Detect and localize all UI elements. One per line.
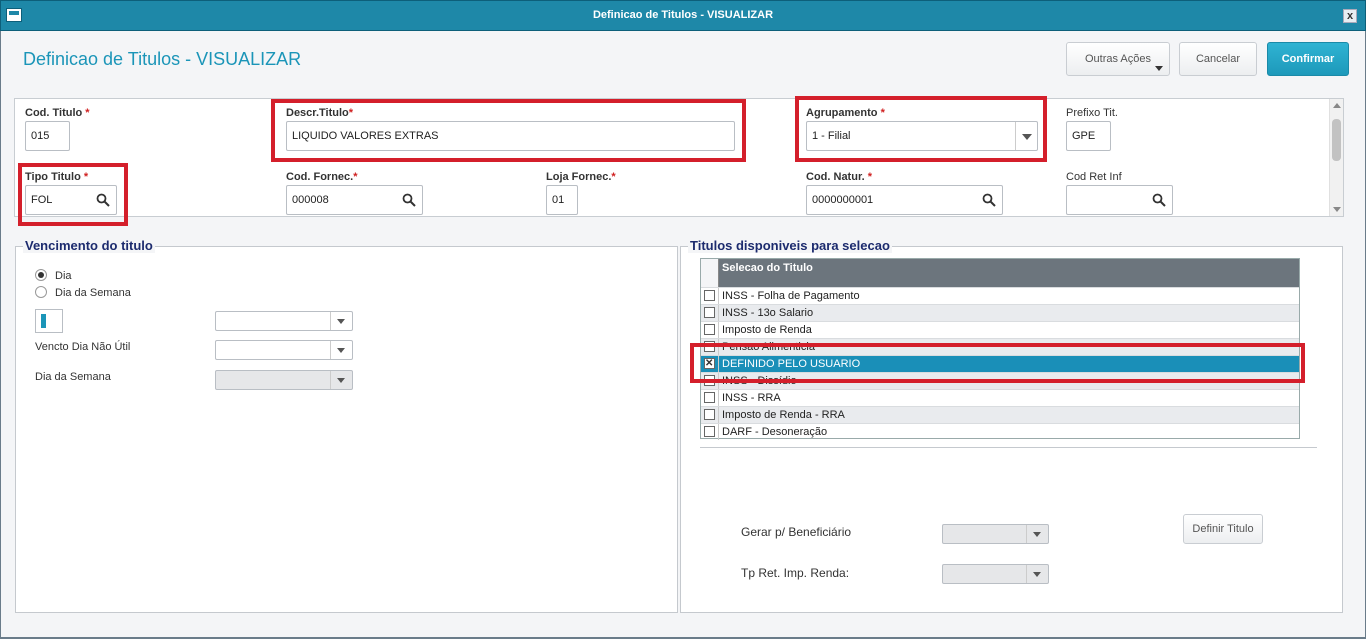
scroll-thumb[interactable] — [1332, 119, 1341, 161]
row-label: INSS - RRA — [722, 392, 781, 404]
window-titlebar: Definicao de Titulos - VISUALIZAR x — [0, 0, 1366, 31]
close-icon[interactable]: x — [1343, 9, 1357, 23]
row-label: DARF - Desoneração — [722, 426, 828, 438]
tp-ret-imp-renda-select[interactable] — [942, 564, 1049, 584]
grid-row[interactable]: Imposto de Renda — [701, 321, 1299, 338]
chevron-down-icon[interactable] — [330, 341, 352, 359]
cod-ret-inf-label: Cod Ret Inf — [1066, 171, 1122, 183]
row-checkbox[interactable] — [704, 324, 715, 335]
tp-ret-imp-renda-label: Tp Ret. Imp. Renda: — [741, 566, 850, 580]
cod-natur-field[interactable]: 0000000001 — [806, 185, 1003, 215]
prefixo-tit-label: Prefixo Tit. — [1066, 107, 1118, 119]
prefixo-tit-field[interactable]: GPE — [1066, 121, 1111, 151]
row-label: INSS - Folha de Pagamento — [722, 290, 860, 302]
row-label: INSS - 13o Salario — [722, 307, 814, 319]
dia-da-semana-label: Dia da Semana — [35, 371, 111, 383]
grid-row[interactable]: INSS - RRA — [701, 389, 1299, 406]
search-icon[interactable] — [1152, 193, 1166, 207]
cod-fornec-label: Cod. Fornec.* — [286, 171, 358, 183]
highlight-descr-titulo — [271, 99, 746, 162]
cod-natur-label: Cod. Natur. * — [806, 171, 873, 183]
cell-separator — [718, 407, 719, 423]
gerar-beneficiario-select[interactable] — [942, 524, 1049, 544]
confirm-button[interactable]: Confirmar — [1267, 42, 1349, 76]
highlight-agrupamento — [795, 96, 1047, 162]
chevron-down-icon[interactable] — [330, 312, 352, 330]
other-actions-button[interactable]: Outras Ações — [1066, 42, 1170, 76]
cod-fornec-value: 000008 — [292, 194, 329, 206]
grid-row[interactable]: DARF - Desoneração — [701, 423, 1299, 440]
cod-ret-inf-field[interactable] — [1066, 185, 1173, 215]
cod-natur-value: 0000000001 — [812, 194, 874, 206]
form-scrollbar[interactable] — [1329, 99, 1343, 216]
vencimento-group-title: Vencimento do titulo — [23, 238, 155, 253]
chevron-down-icon[interactable] — [330, 371, 352, 389]
dia-select[interactable] — [215, 311, 353, 331]
cell-separator — [718, 322, 719, 338]
row-checkbox[interactable] — [704, 290, 715, 301]
titulos-group-title: Titulos disponiveis para selecao — [688, 238, 892, 253]
day-spin-field[interactable] — [35, 309, 63, 333]
row-checkbox[interactable] — [704, 409, 715, 420]
row-label: Imposto de Renda — [722, 324, 812, 336]
radio-dia-semana-label: Dia da Semana — [55, 287, 131, 299]
chevron-down-icon[interactable] — [1026, 565, 1048, 583]
radio-dia[interactable] — [35, 269, 47, 281]
row-checkbox[interactable] — [704, 392, 715, 403]
grid-row[interactable]: INSS - 13o Salario — [701, 304, 1299, 321]
definir-titulo-button[interactable]: Definir Titulo — [1183, 514, 1263, 544]
cancel-button[interactable]: Cancelar — [1179, 42, 1257, 76]
chevron-down-icon[interactable] — [1026, 525, 1048, 543]
page-title: Definicao de Titulos - VISUALIZAR — [23, 49, 302, 69]
highlight-tipo-titulo — [18, 163, 128, 226]
row-checkbox[interactable] — [704, 307, 715, 318]
cod-titulo-label: Cod. Titulo * — [25, 107, 90, 119]
grid-row[interactable]: Imposto de Renda - RRA — [701, 406, 1299, 423]
cell-separator — [718, 288, 719, 304]
grid-row[interactable]: INSS - Folha de Pagamento — [701, 287, 1299, 304]
radio-dia-semana[interactable] — [35, 286, 47, 298]
cell-separator — [718, 390, 719, 406]
row-label: Imposto de Renda - RRA — [722, 409, 845, 421]
search-icon[interactable] — [982, 193, 996, 207]
vencto-dia-nao-util-label: Vencto Dia Não Útil — [35, 341, 131, 353]
search-icon[interactable] — [402, 193, 416, 207]
highlight-selected-row — [690, 343, 1305, 383]
window-title: Definicao de Titulos - VISUALIZAR — [592, 9, 774, 21]
vencto-dia-nao-util-select[interactable] — [215, 340, 353, 360]
loja-fornec-field[interactable]: 01 — [546, 185, 578, 215]
scroll-up-icon[interactable] — [1333, 103, 1341, 108]
loja-fornec-label: Loja Fornec.* — [546, 171, 616, 183]
cod-fornec-field[interactable]: 000008 — [286, 185, 423, 215]
grid-header-label: Selecao do Titulo — [722, 262, 813, 274]
grid-header-check-col — [701, 259, 719, 287]
radio-dia-label: Dia — [55, 270, 72, 282]
cell-separator — [718, 305, 719, 321]
gerar-beneficiario-label: Gerar p/ Beneficiário — [741, 525, 852, 539]
scroll-down-icon[interactable] — [1333, 207, 1341, 212]
cell-separator — [718, 424, 719, 440]
row-checkbox[interactable] — [704, 426, 715, 437]
other-actions-label: Outras Ações — [1084, 53, 1152, 65]
grid-header: Selecao do Titulo — [701, 259, 1299, 287]
cod-titulo-field[interactable]: 015 — [25, 121, 70, 151]
grid-divider — [700, 447, 1317, 448]
chevron-down-icon — [1155, 66, 1163, 71]
dia-da-semana-select[interactable] — [215, 370, 353, 390]
vencimento-group — [15, 246, 678, 613]
dialog-window: Definicao de Titulos - VISUALIZAR Outras… — [0, 31, 1366, 639]
